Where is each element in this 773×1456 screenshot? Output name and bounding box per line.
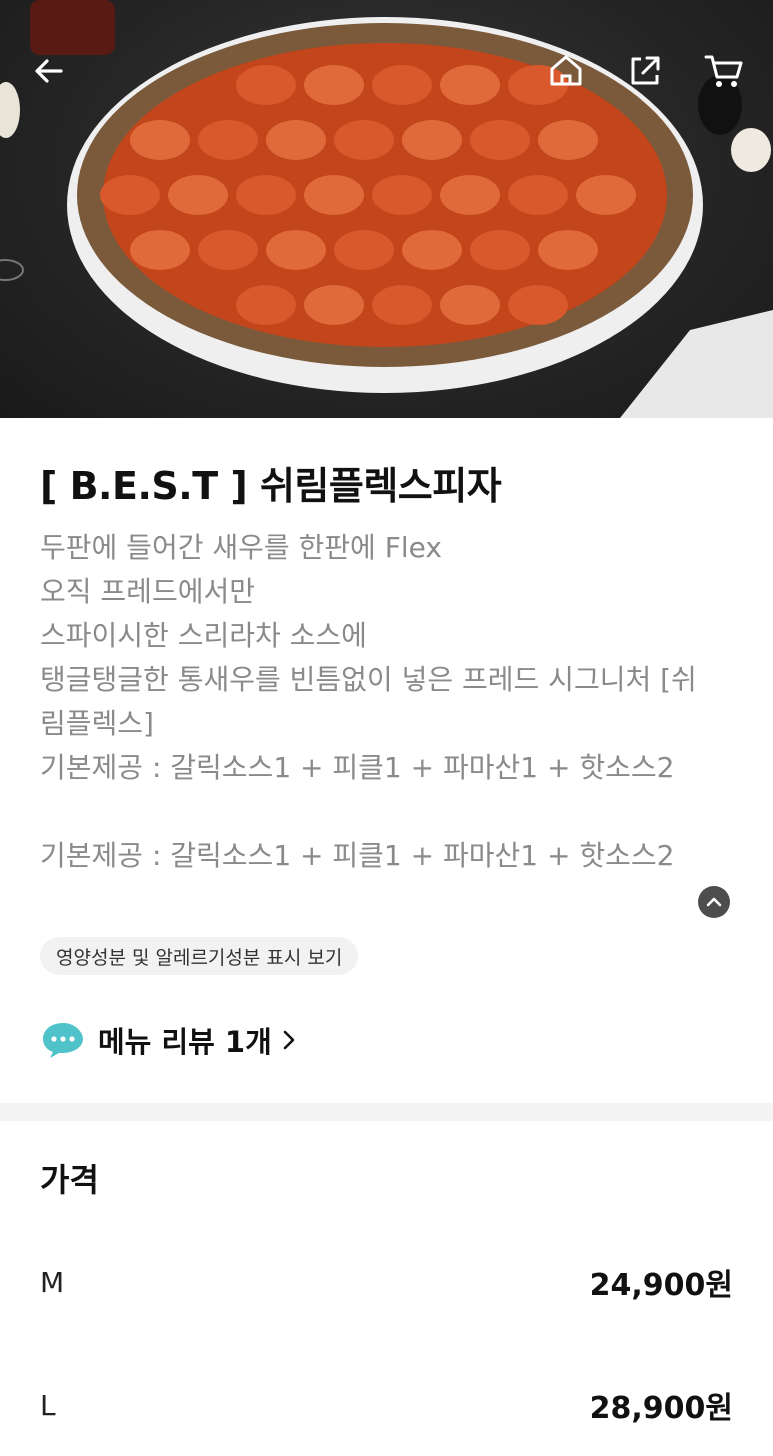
shrimp-topping bbox=[236, 285, 296, 325]
price-amount: 24,900원 bbox=[589, 1268, 733, 1303]
description-line: 스파이시한 스리라차 소스에 bbox=[40, 619, 367, 652]
price-amount: 28,900원 bbox=[589, 1391, 733, 1426]
share-button[interactable] bbox=[622, 48, 668, 94]
shrimp-topping bbox=[266, 230, 326, 270]
cart-button[interactable] bbox=[700, 48, 746, 94]
shrimp-topping bbox=[334, 120, 394, 160]
shrimp-topping bbox=[304, 175, 364, 215]
shrimp-topping bbox=[304, 285, 364, 325]
chevron-right-icon bbox=[283, 1030, 295, 1050]
description-line: 두판에 들어간 새우를 한판에 Flex bbox=[40, 531, 442, 564]
description-line: 오직 프레드에서만 bbox=[40, 575, 255, 608]
shrimp-topping bbox=[372, 285, 432, 325]
home-button[interactable] bbox=[543, 48, 589, 94]
menu-review-link[interactable]: 메뉴 리뷰 1개 bbox=[40, 1018, 296, 1062]
description-line: 탱글탱글한 통새우를 빈틈없이 넣은 프레드 시그니처 [쉬 bbox=[40, 663, 697, 696]
shrimp-topping bbox=[470, 120, 530, 160]
top-navigation-bar bbox=[0, 40, 773, 102]
cart-icon bbox=[704, 55, 743, 87]
price-option-row[interactable]: M 24,900원 bbox=[40, 1260, 733, 1304]
shrimp-topping bbox=[576, 175, 636, 215]
description-line: 기본제공 : 갈릭소스1 + 피클1 + 파마산1 + 핫소스2 bbox=[40, 751, 675, 784]
price-size: L bbox=[40, 1388, 56, 1422]
shrimp-topping bbox=[372, 175, 432, 215]
review-label: 메뉴 리뷰 1개 bbox=[98, 1025, 272, 1059]
nutrition-allergy-link[interactable]: 영양성분 및 알레르기성분 표시 보기 bbox=[40, 937, 359, 975]
shrimp-topping bbox=[130, 230, 190, 270]
home-icon bbox=[550, 55, 582, 86]
product-title: [ B.E.S.T ] 쉬림플렉스피자 bbox=[40, 464, 502, 508]
product-description: 두판에 들어간 새우를 한판에 Flex 오직 프레드에서만 스파이시한 스리라… bbox=[40, 526, 740, 878]
shrimp-topping bbox=[198, 230, 258, 270]
shrimp-topping bbox=[508, 285, 568, 325]
chat-bubble-icon bbox=[43, 1023, 83, 1058]
price-section-title: 가격 bbox=[40, 1161, 99, 1199]
shrimp-topping bbox=[538, 120, 598, 160]
shrimp-topping bbox=[440, 285, 500, 325]
shrimp-topping bbox=[402, 230, 462, 270]
shrimp-topping bbox=[538, 230, 598, 270]
shrimp-topping bbox=[168, 175, 228, 215]
shrimp-topping bbox=[470, 230, 530, 270]
description-line: 림플렉스] bbox=[40, 707, 154, 740]
price-size: M bbox=[40, 1265, 65, 1299]
shrimp-topping bbox=[440, 175, 500, 215]
section-divider bbox=[0, 1103, 773, 1121]
shrimp-topping bbox=[236, 175, 296, 215]
share-icon bbox=[631, 56, 660, 85]
arrow-left-icon bbox=[35, 59, 63, 83]
shrimp-topping bbox=[334, 230, 394, 270]
chevron-up-icon bbox=[706, 897, 722, 907]
shrimp-topping bbox=[198, 120, 258, 160]
shrimp-topping bbox=[508, 175, 568, 215]
back-button[interactable] bbox=[26, 48, 72, 94]
description-line: 기본제공 : 갈릭소스1 + 피클1 + 파마산1 + 핫소스2 bbox=[40, 839, 675, 872]
price-option-row[interactable]: L 28,900원 bbox=[40, 1383, 733, 1427]
collapse-description-button[interactable] bbox=[698, 886, 730, 918]
product-hero-image bbox=[0, 0, 773, 418]
shrimp-topping bbox=[130, 120, 190, 160]
shrimp-topping bbox=[266, 120, 326, 160]
description-line bbox=[40, 790, 740, 834]
shrimp-topping bbox=[402, 120, 462, 160]
shrimp-topping bbox=[100, 175, 160, 215]
